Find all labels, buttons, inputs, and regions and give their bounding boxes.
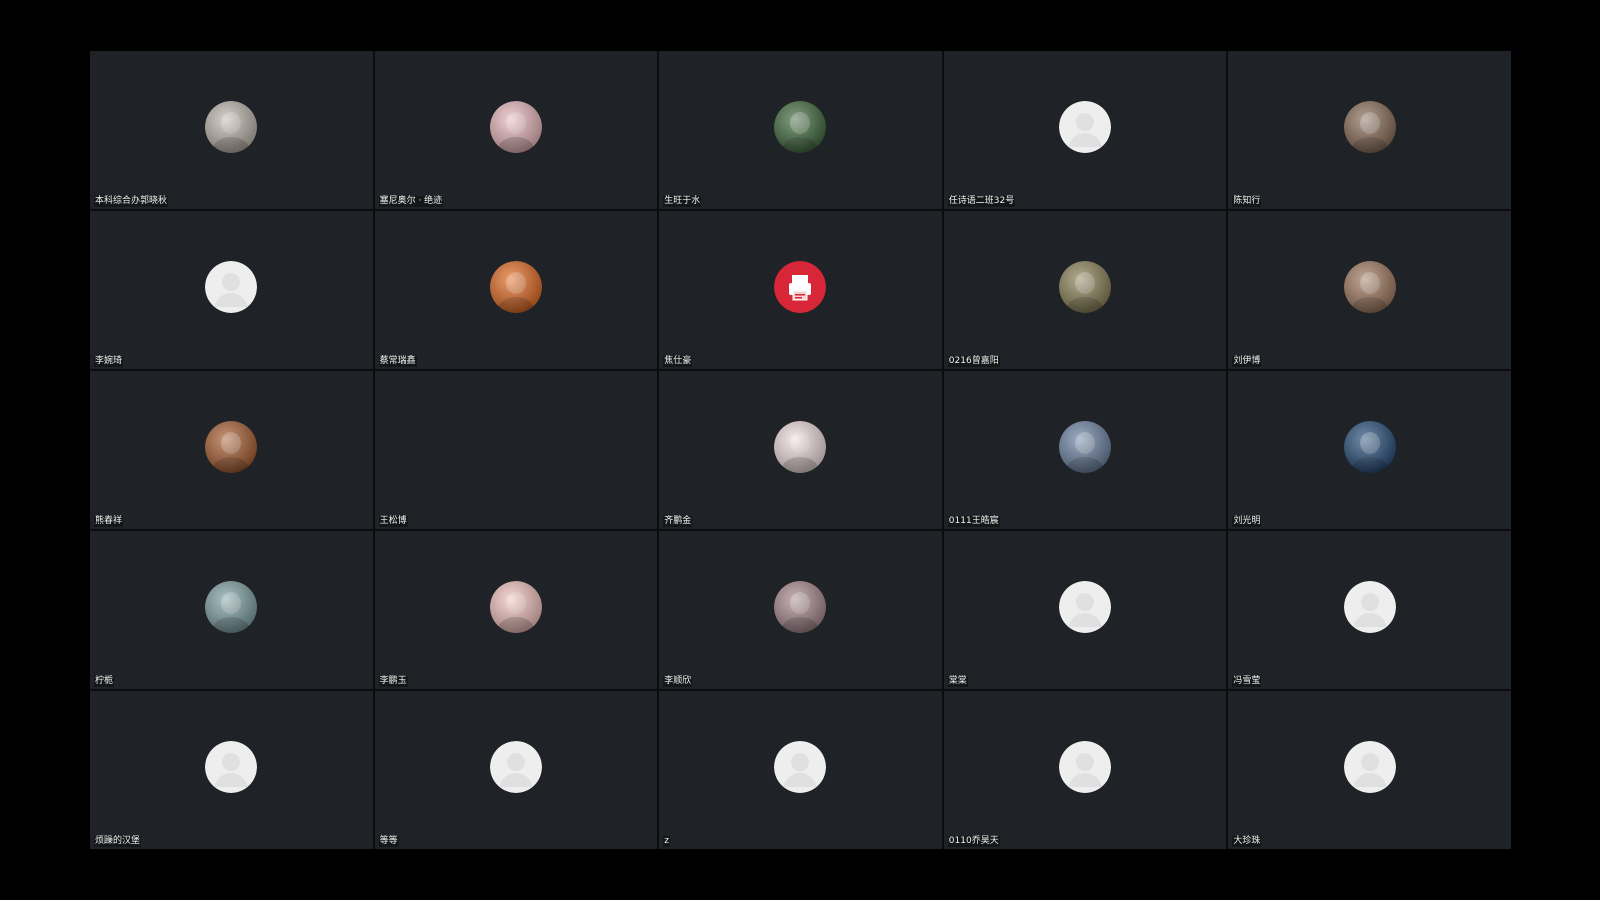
avatar bbox=[489, 101, 542, 153]
participant-tile[interactable]: 陈知行 bbox=[1228, 51, 1511, 209]
participant-name: 王松博 bbox=[378, 516, 408, 527]
avatar bbox=[205, 421, 258, 473]
participant-tile[interactable]: 塞尼奥尔 · 绝迹 bbox=[374, 51, 658, 209]
avatar bbox=[774, 581, 827, 633]
participant-name: 李婉琦 bbox=[94, 356, 124, 367]
participant-tile[interactable]: 冯雪莹 bbox=[1228, 531, 1511, 689]
participant-tile[interactable]: 0111王皓宸 bbox=[943, 371, 1227, 529]
avatar bbox=[1343, 101, 1396, 153]
participant-tile[interactable]: 刘光明 bbox=[1228, 371, 1511, 529]
participant-name: 烦躁的汉堡 bbox=[94, 836, 142, 847]
participant-tile[interactable]: 李鹏玉 bbox=[374, 531, 658, 689]
default-user-icon bbox=[1343, 741, 1396, 793]
participant-tile[interactable]: 棠棠 bbox=[943, 531, 1227, 689]
participant-tile[interactable]: 本科综合办郭晓秋 bbox=[90, 51, 373, 209]
participant-name: 大珍珠 bbox=[1232, 836, 1262, 847]
red-printer-icon bbox=[774, 261, 827, 313]
avatar bbox=[489, 581, 542, 633]
avatar bbox=[489, 261, 542, 313]
avatar bbox=[1059, 421, 1112, 473]
participant-tile[interactable]: 任诗语二班32号 bbox=[943, 51, 1227, 209]
participant-tile[interactable]: 刘伊博 bbox=[1228, 211, 1511, 369]
participant-name: 蔡常瑞鑫 bbox=[378, 356, 417, 367]
participant-name: 生旺于水 bbox=[663, 196, 702, 207]
participant-name: 刘光明 bbox=[1232, 516, 1262, 527]
participant-name: 陈知行 bbox=[1232, 196, 1262, 207]
participant-name: 本科综合办郭晓秋 bbox=[94, 196, 169, 207]
default-user-icon bbox=[1059, 581, 1112, 633]
participant-name: 齐鹏金 bbox=[663, 516, 693, 527]
avatar bbox=[205, 101, 258, 153]
participant-tile[interactable]: 0110乔昊天 bbox=[943, 691, 1227, 849]
participant-tile[interactable]: 大珍珠 bbox=[1228, 691, 1511, 849]
avatar bbox=[1343, 261, 1396, 313]
participant-tile[interactable]: 熊春祥 bbox=[90, 371, 373, 529]
participant-name: 刘伊博 bbox=[1232, 356, 1262, 367]
participant-name: 熊春祥 bbox=[94, 516, 124, 527]
default-user-icon bbox=[205, 261, 258, 313]
participant-name: 等等 bbox=[378, 836, 399, 847]
participant-name: 0216曾嘉阳 bbox=[947, 356, 1000, 367]
participant-grid: 本科综合办郭晓秋 塞尼奥尔 · 绝迹 生旺于水 任诗语二班32号 陈知行李婉琦 蔡常瑞鑫 焦… bbox=[90, 51, 1511, 849]
avatar bbox=[1059, 261, 1112, 313]
participant-name: 塞尼奥尔 · 绝迹 bbox=[378, 196, 444, 207]
participant-tile[interactable]: 柠栀 bbox=[90, 531, 373, 689]
participant-tile[interactable]: 生旺于水 bbox=[659, 51, 942, 209]
participant-tile[interactable]: 李顺欣 bbox=[659, 531, 942, 689]
default-user-icon bbox=[774, 741, 827, 793]
avatar bbox=[205, 581, 258, 633]
participant-tile[interactable]: 烦躁的汉堡 bbox=[90, 691, 373, 849]
participant-name: z bbox=[663, 836, 670, 847]
participant-name: 李顺欣 bbox=[663, 676, 693, 687]
default-user-icon bbox=[489, 741, 542, 793]
avatar bbox=[774, 101, 827, 153]
participant-tile[interactable]: 等等 bbox=[374, 691, 658, 849]
avatar bbox=[774, 421, 827, 473]
participant-name: 焦仕豪 bbox=[663, 356, 693, 367]
participant-tile[interactable]: 齐鹏金 bbox=[659, 371, 942, 529]
participant-name: 0110乔昊天 bbox=[947, 836, 1000, 847]
participant-name: 0111王皓宸 bbox=[947, 516, 1000, 527]
participant-name: 任诗语二班32号 bbox=[947, 196, 1016, 207]
participant-name: 棠棠 bbox=[947, 676, 968, 687]
participant-tile[interactable]: 蔡常瑞鑫 bbox=[374, 211, 658, 369]
participant-tile[interactable]: 0216曾嘉阳 bbox=[943, 211, 1227, 369]
participant-tile[interactable]: 李婉琦 bbox=[90, 211, 373, 369]
participant-name: 李鹏玉 bbox=[378, 676, 408, 687]
avatar bbox=[1343, 421, 1396, 473]
default-user-icon bbox=[1343, 581, 1396, 633]
default-user-icon bbox=[1059, 101, 1112, 153]
default-user-icon bbox=[1059, 741, 1112, 793]
default-user-icon bbox=[205, 741, 258, 793]
participant-tile[interactable]: z bbox=[659, 691, 942, 849]
participant-name: 柠栀 bbox=[94, 676, 115, 687]
participant-tile[interactable]: 王松博 bbox=[374, 371, 658, 529]
participant-name: 冯雪莹 bbox=[1232, 676, 1262, 687]
participant-tile[interactable]: 焦仕豪 bbox=[659, 211, 942, 369]
